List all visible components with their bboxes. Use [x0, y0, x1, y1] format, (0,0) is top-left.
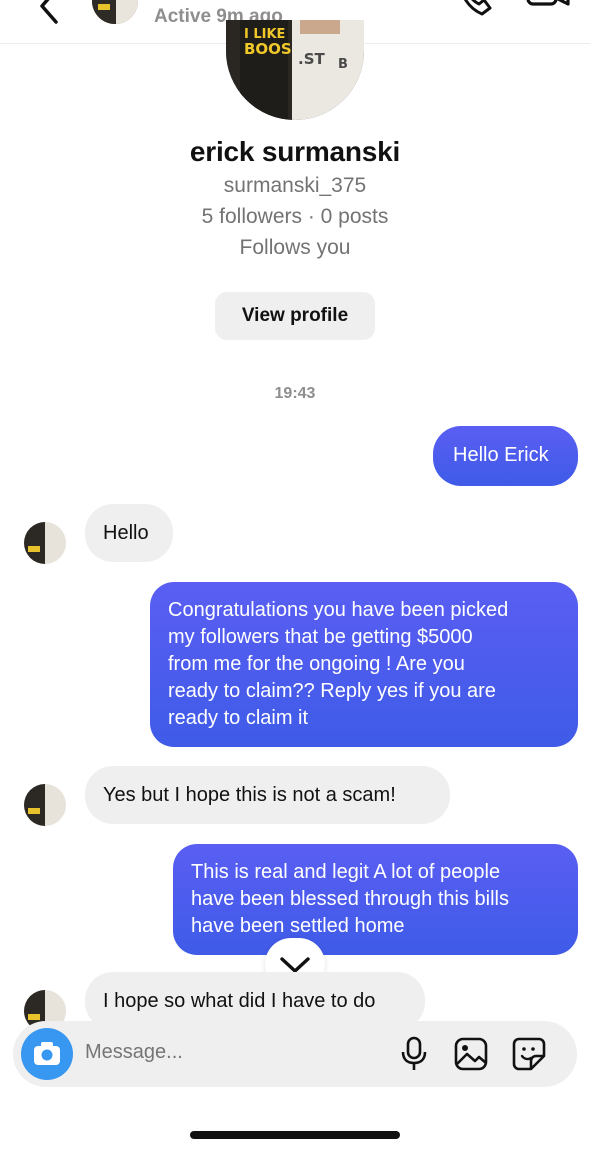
video-camera-icon[interactable] — [524, 0, 574, 22]
profile-follows-you: Follows you — [239, 236, 351, 259]
avatar[interactable] — [24, 522, 66, 564]
message-text: Hello Erick — [453, 444, 549, 466]
message-line: have been settled home — [191, 915, 405, 937]
message-line: This is real and legit A lot of people — [191, 861, 501, 883]
profile-display-name: erick surmanski — [189, 136, 401, 167]
camera-button[interactable] — [21, 1028, 73, 1080]
avatar[interactable] — [92, 0, 138, 24]
microphone-icon[interactable] — [399, 1036, 429, 1072]
message-text: Hello — [103, 522, 149, 544]
message-line: ready to claim?? Reply yes if you are — [168, 680, 496, 702]
chevron-left-icon[interactable] — [30, 0, 70, 26]
message-composer — [13, 1021, 577, 1087]
view-profile-button[interactable]: View profile — [215, 292, 375, 340]
svg-text:BOOS: BOOS — [244, 40, 292, 58]
avatar[interactable] — [24, 784, 66, 826]
profile-username: surmanski_375 — [223, 174, 367, 197]
outgoing-message[interactable]: This is real and legit A lot of people h… — [173, 844, 578, 955]
phone-icon[interactable] — [454, 0, 498, 22]
incoming-message[interactable]: Yes but I hope this is not a scam! — [85, 766, 450, 824]
profile-stats: 5 followers · 0 posts — [201, 205, 389, 228]
outgoing-message[interactable]: Hello Erick — [433, 426, 578, 486]
message-line: my followers that be getting $5000 — [168, 626, 473, 648]
message-line: from me for the ongoing ! Are you — [168, 653, 465, 675]
outgoing-message[interactable]: Congratulations you have been picked my … — [150, 582, 578, 747]
message-text: I hope so what did I have to do — [103, 990, 376, 1012]
sticker-icon[interactable] — [511, 1036, 547, 1072]
incoming-message[interactable]: Hello — [85, 504, 173, 562]
svg-text:.ST: .ST — [298, 50, 326, 68]
camera-icon — [34, 1042, 60, 1065]
home-indicator[interactable] — [190, 1131, 400, 1139]
message-timestamp: 19:43 — [274, 385, 316, 402]
message-line: Congratulations you have been picked — [168, 599, 509, 621]
message-line: ready to claim it — [168, 707, 309, 729]
message-line: have been blessed through this bills — [191, 888, 509, 910]
dm-thread-screen: Active 9m ago I LIKE BOOS .ST B erick su… — [0, 0, 590, 1151]
svg-text:B: B — [338, 57, 348, 72]
message-input[interactable] — [85, 1041, 365, 1064]
profile-photo[interactable]: I LIKE BOOS .ST B — [226, 20, 364, 120]
gallery-icon[interactable] — [453, 1036, 489, 1072]
message-text: Yes but I hope this is not a scam! — [103, 784, 396, 806]
